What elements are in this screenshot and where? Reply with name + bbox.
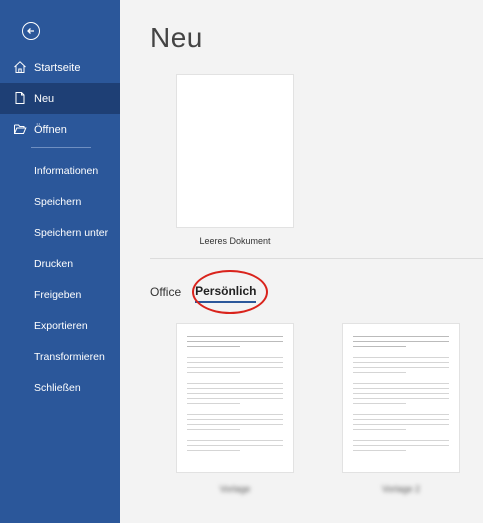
tab-persoenlich[interactable]: Persönlich bbox=[195, 284, 257, 303]
nav-divider bbox=[31, 147, 91, 148]
nav-item-exportieren[interactable]: Exportieren bbox=[0, 310, 120, 341]
blank-document-thumbnail[interactable] bbox=[176, 74, 294, 228]
nav-item-startseite[interactable]: Startseite bbox=[0, 52, 120, 83]
backstage-sidebar: Startseite Neu Öffnen Informationen Spei… bbox=[0, 0, 120, 523]
page-title: Neu bbox=[150, 22, 203, 53]
nav-item-transformieren[interactable]: Transformieren bbox=[0, 341, 120, 372]
nav-item-speichern[interactable]: Speichern bbox=[0, 186, 120, 217]
nav-item-oeffnen[interactable]: Öffnen bbox=[0, 114, 120, 145]
home-icon bbox=[14, 61, 26, 73]
blank-document-label: Leeres Dokument bbox=[199, 236, 271, 246]
nav-item-neu[interactable]: Neu bbox=[0, 83, 120, 114]
main-content: Neu Leeres Dokument Office Persönlich Vo… bbox=[120, 0, 483, 523]
template-thumbnail[interactable] bbox=[342, 323, 460, 473]
folder-open-icon bbox=[14, 124, 27, 134]
template-thumbnail[interactable] bbox=[176, 323, 294, 473]
tab-office[interactable]: Office bbox=[150, 285, 181, 302]
template-name: Vorlage bbox=[219, 484, 251, 494]
nav-item-informationen[interactable]: Informationen bbox=[0, 155, 120, 186]
nav-item-schliessen[interactable]: Schließen bbox=[0, 372, 120, 403]
nav-item-speichern-unter[interactable]: Speichern unter bbox=[0, 217, 120, 248]
nav-item-label: Neu bbox=[34, 92, 55, 105]
secondary-nav: Informationen Speichern Speichern unter … bbox=[0, 155, 120, 403]
word-backstage: Startseite Neu Öffnen Informationen Spei… bbox=[0, 0, 483, 523]
template-name: Vorlage 2 bbox=[381, 484, 421, 494]
nav-item-label: Startseite bbox=[34, 61, 81, 74]
nav-item-drucken[interactable]: Drucken bbox=[0, 248, 120, 279]
section-divider bbox=[150, 258, 483, 259]
arrow-left-icon bbox=[27, 28, 34, 34]
back-button[interactable] bbox=[22, 22, 40, 40]
nav-item-freigeben[interactable]: Freigeben bbox=[0, 279, 120, 310]
new-document-icon bbox=[15, 92, 25, 104]
template-tabs: Office Persönlich bbox=[150, 284, 257, 303]
nav-item-label: Öffnen bbox=[34, 123, 67, 136]
primary-nav: Startseite Neu Öffnen bbox=[0, 52, 120, 145]
